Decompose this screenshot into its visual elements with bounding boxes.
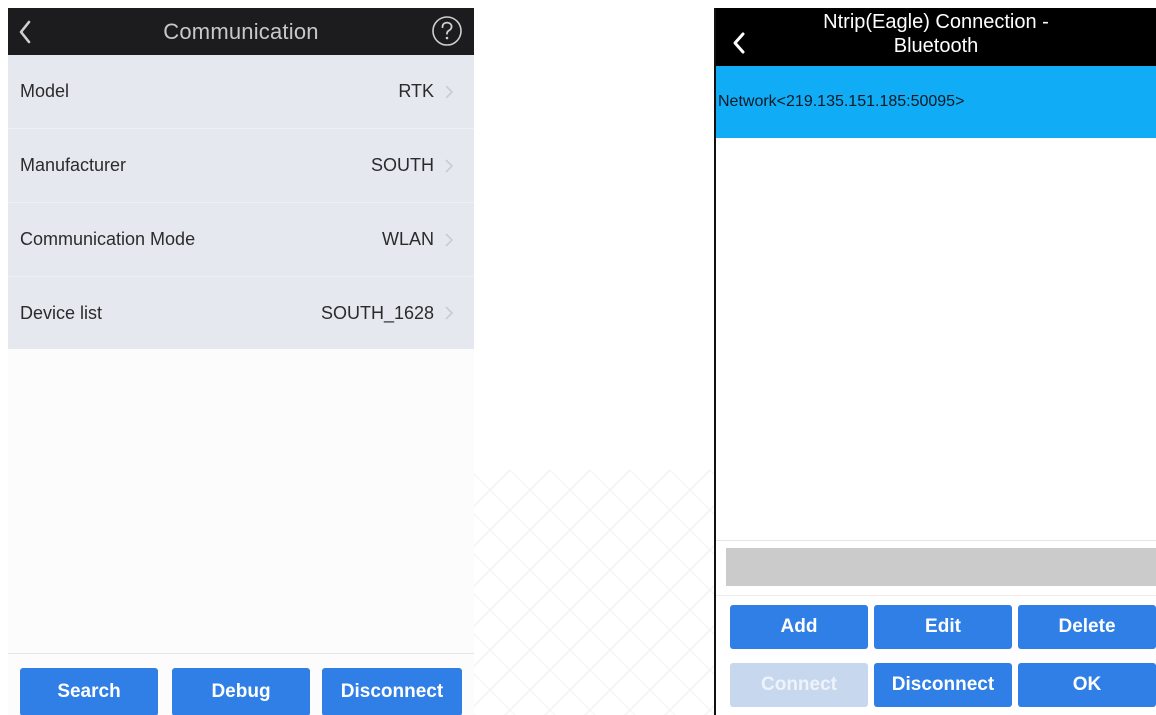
chevron-right-icon <box>445 158 454 173</box>
row-value: SOUTH_1628 <box>320 302 434 323</box>
row-label: Device list <box>20 302 103 323</box>
list-item-label: Network<219.135.151.185:50095> <box>718 93 965 110</box>
row-label: Communication Mode <box>20 229 196 249</box>
communication-screen: Communication Model RTK Manufacturer SOU… <box>8 8 474 715</box>
search-button[interactable]: Search <box>20 668 158 715</box>
divider <box>716 595 1156 596</box>
debug-button[interactable]: Debug <box>172 668 310 715</box>
row-value: WLAN <box>381 229 434 249</box>
row-value: RTK <box>398 81 434 101</box>
communication-mode-row[interactable]: Communication Mode WLAN <box>8 203 474 277</box>
chevron-right-icon <box>445 84 454 99</box>
ok-button[interactable]: OK <box>1018 663 1156 707</box>
help-icon[interactable] <box>430 14 464 48</box>
page-title: Ntrip(Eagle) Connection - Bluetooth <box>756 10 1116 58</box>
background-pattern <box>470 470 720 715</box>
delete-button[interactable]: Delete <box>1018 605 1156 649</box>
page-title: Communication <box>163 19 319 44</box>
manufacturer-row[interactable]: Manufacturer SOUTH <box>8 129 474 203</box>
page-title-line1: Ntrip(Eagle) Connection - <box>823 11 1049 33</box>
button-bar: Search Debug Disconnect <box>8 653 474 715</box>
row-label: Model <box>20 81 70 101</box>
add-button[interactable]: Add <box>730 605 868 649</box>
row-label: Manufacturer <box>20 155 127 175</box>
status-bar <box>726 548 1156 586</box>
settings-list: Model RTK Manufacturer SOUTH Communicati… <box>8 55 474 349</box>
top-bar: Ntrip(Eagle) Connection - Bluetooth <box>716 8 1156 66</box>
device-list-row[interactable]: Device list SOUTH_1628 <box>8 277 474 349</box>
ntrip-connection-screen: Ntrip(Eagle) Connection - Bluetooth Netw… <box>716 8 1156 715</box>
chevron-right-icon <box>445 306 454 320</box>
top-bar: Communication <box>8 8 474 55</box>
model-row[interactable]: Model RTK <box>8 55 474 129</box>
chevron-right-icon <box>445 232 454 247</box>
edit-button[interactable]: Edit <box>874 605 1012 649</box>
back-icon[interactable] <box>8 8 42 55</box>
divider <box>716 540 1156 541</box>
page-title-line2: Bluetooth <box>893 35 979 57</box>
back-icon[interactable] <box>724 14 754 72</box>
disconnect-button[interactable]: Disconnect <box>874 663 1012 707</box>
connect-button[interactable]: Connect <box>730 663 868 707</box>
row-value: SOUTH <box>371 155 434 175</box>
disconnect-button[interactable]: Disconnect <box>322 668 462 715</box>
list-item[interactable]: Network<219.135.151.185:50095> <box>716 66 1156 138</box>
